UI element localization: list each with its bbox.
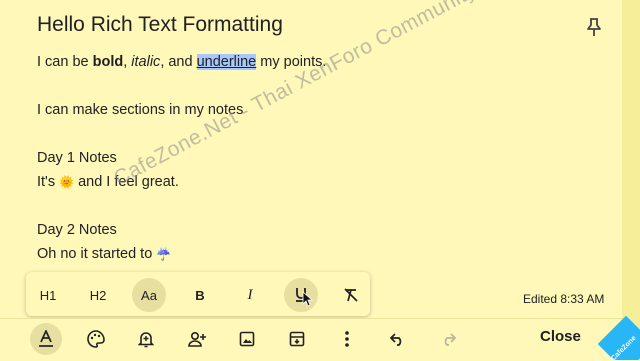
italic-button[interactable]: I (233, 278, 267, 312)
text-run: It's (37, 174, 60, 190)
more-vert-icon (344, 330, 350, 348)
pin-icon[interactable] (583, 15, 605, 39)
bottom-toolbar: Close (0, 318, 622, 361)
text-run: , and (160, 54, 197, 70)
right-edge (622, 0, 640, 360)
normal-text-button[interactable]: Aa (132, 278, 166, 312)
italic-text: italic (131, 54, 161, 70)
palette-icon (87, 330, 105, 348)
more-options-button[interactable] (331, 323, 363, 355)
underline-text-selected: underline (196, 54, 257, 70)
text-run: Oh no it started to (37, 246, 157, 262)
note-line-1[interactable]: I can be bold, italic, and underline my … (37, 53, 326, 71)
note-line-3[interactable]: Day 1 Notes (37, 149, 117, 167)
note-line-6[interactable]: Oh no it started to ☔ (37, 245, 171, 263)
formatting-toolbar: H1 H2 Aa B I (26, 272, 370, 316)
heading2-button[interactable]: H2 (81, 278, 115, 312)
redo-icon (440, 332, 456, 346)
text-run: I can be (37, 54, 93, 70)
close-button[interactable]: Close (540, 328, 581, 345)
bell-plus-icon (138, 330, 154, 348)
note-title[interactable]: Hello Rich Text Formatting (37, 13, 283, 37)
undo-icon (390, 332, 406, 346)
background-options-button[interactable] (80, 323, 112, 355)
clear-formatting-button[interactable] (334, 278, 368, 312)
text-format-icon (38, 330, 54, 348)
edited-timestamp: Edited 8:33 AM (523, 292, 605, 306)
redo-button[interactable] (432, 323, 464, 355)
bold-button[interactable]: B (183, 278, 217, 312)
sun-emoji: 🌞 (59, 175, 75, 189)
note-editor: Hello Rich Text Formatting I can be bold… (0, 0, 622, 361)
clear-formatting-icon (343, 287, 359, 303)
undo-button[interactable] (382, 323, 414, 355)
remind-me-button[interactable] (130, 323, 162, 355)
note-line-4[interactable]: It's 🌞 and I feel great. (37, 173, 179, 191)
bold-text: bold (92, 54, 124, 70)
image-icon (239, 331, 255, 347)
note-line-5[interactable]: Day 2 Notes (37, 221, 117, 239)
person-add-icon (187, 331, 207, 347)
mouse-cursor-icon (302, 291, 314, 307)
umbrella-emoji: ☔ (156, 247, 172, 261)
add-image-button[interactable] (231, 323, 263, 355)
text-format-button[interactable] (30, 323, 62, 355)
collaborator-button[interactable] (181, 323, 213, 355)
archive-icon (289, 331, 305, 347)
archive-button[interactable] (281, 323, 313, 355)
cafezone-badge: CafeZone (596, 316, 640, 360)
heading1-button[interactable]: H1 (31, 278, 65, 312)
